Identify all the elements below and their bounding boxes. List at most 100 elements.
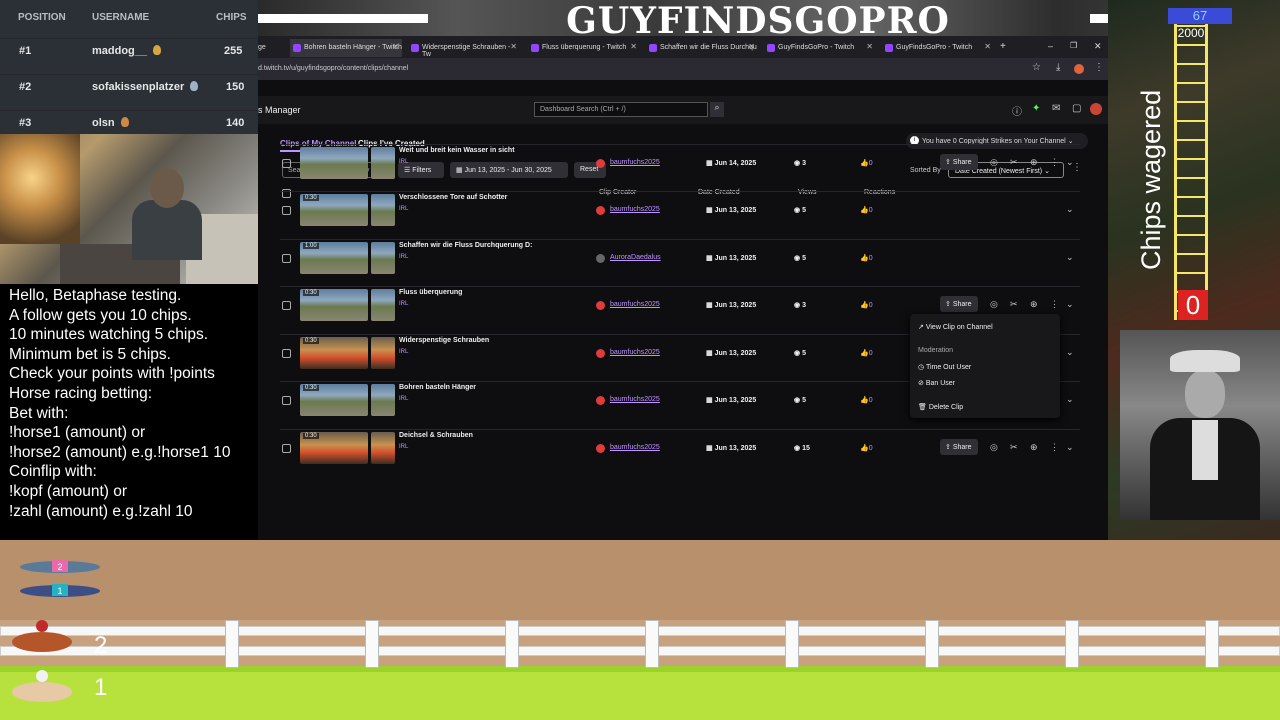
minimize-icon[interactable]: –: [1046, 39, 1058, 57]
clip-row[interactable]: 0:30 Verschlossene Tore auf Schotter IRL ba…: [280, 191, 1080, 238]
horse-race-track: 2 1 2 1: [0, 540, 1280, 720]
close-window-icon[interactable]: ✕: [1092, 39, 1104, 57]
row-position: #1: [19, 45, 32, 57]
new-tab-icon[interactable]: +: [998, 39, 1012, 57]
reaction-count[interactable]: 👍0: [860, 349, 873, 357]
clip-title[interactable]: Widerspenstige Schrauben: [399, 337, 489, 344]
add-icon[interactable]: ⊕: [1030, 157, 1038, 168]
clip-row[interactable]: 1:00 Schaffen wir die Fluss Durchquerung …: [280, 239, 1080, 286]
chat-icon[interactable]: ▢: [1072, 103, 1081, 114]
mail-icon[interactable]: ✉: [1052, 103, 1060, 114]
download-icon[interactable]: ⤓: [1056, 62, 1060, 73]
hat: [1170, 350, 1240, 372]
clip-title[interactable]: Bohren basteln Hänger: [399, 384, 476, 391]
row-chips: 140: [226, 117, 245, 129]
eye-icon: ◉: [794, 302, 801, 309]
track-dirt: [0, 540, 1280, 620]
menu-item-view-clip[interactable]: ↗ View Clip on Channel: [918, 323, 993, 331]
chevron-down-icon[interactable]: ⌄: [1066, 394, 1074, 405]
menu-icon[interactable]: ⋮: [1094, 62, 1104, 73]
clip-creator-link[interactable]: baumfuchs2025: [610, 396, 660, 403]
twitch-icon: [411, 44, 419, 52]
scissors-icon[interactable]: ✂: [1010, 157, 1018, 168]
status-icon[interactable]: ✦: [1032, 103, 1040, 114]
view-count: ◉ 5: [794, 207, 806, 214]
clip-context-menu: ↗ View Clip on Channel Moderation ◷ Time…: [910, 314, 1060, 418]
share-button[interactable]: ⇪ Share: [940, 296, 978, 312]
clip-title[interactable]: Verschlossene Tore auf Schotter: [399, 194, 507, 201]
reaction-count[interactable]: 👍0: [860, 396, 873, 404]
clip-creator-link[interactable]: baumfuchs2025: [610, 301, 660, 308]
chips-wagered-label: Chips wagered: [1136, 89, 1166, 270]
more-options-icon[interactable]: ⋮: [1050, 299, 1059, 310]
extension-icon[interactable]: [1074, 64, 1084, 74]
chips-panel: 67 2000 Chips wagered 0: [1108, 0, 1280, 540]
address-bar[interactable]: d.twitch.tv/u/guyfindsgopro/content/clip…: [258, 58, 1108, 80]
menu-section-moderation: Moderation: [918, 347, 954, 354]
url-text[interactable]: d.twitch.tv/u/guyfindsgopro/content/clip…: [258, 65, 408, 72]
clip-creator-link[interactable]: baumfuchs2025: [610, 444, 660, 451]
share-button[interactable]: ⇪ Share: [940, 154, 978, 170]
browser-tab-active[interactable]: Bohren basteln Hänger - Twitch ✕: [290, 39, 402, 57]
chevron-down-icon[interactable]: ⌄: [1066, 252, 1074, 263]
clip-title[interactable]: Schaffen wir die Fluss Durchquerung D:: [399, 242, 532, 249]
menu-item-delete[interactable]: 🗑 Delete Clip: [918, 403, 963, 411]
reaction-count[interactable]: 👍0: [860, 159, 873, 167]
clip-creator-link[interactable]: baumfuchs2025: [610, 206, 660, 213]
menu-item-ban[interactable]: ⊘ Ban User: [918, 379, 955, 387]
scissors-icon[interactable]: ✂: [1010, 299, 1018, 310]
leaderboard-row: #1 maddog__ 255: [0, 38, 258, 62]
menu-item-timeout[interactable]: ◷ Time Out User: [918, 363, 971, 371]
clip-edit-icon[interactable]: ◎: [990, 299, 998, 310]
add-icon[interactable]: ⊕: [1030, 299, 1038, 310]
clip-row[interactable]: 0:30 Deichsel & Schrauben IRL baumfuchs2025…: [280, 429, 1080, 476]
browser-tab[interactable]: GuyFindsGoPro - Twitch ✕: [764, 39, 876, 57]
clip-creator-link[interactable]: AuroraDaedalus: [610, 254, 661, 261]
browser-tab[interactable]: Widerspenstige Schrauben - Tw ✕: [408, 39, 520, 58]
greyhound-2: 2: [20, 560, 100, 573]
streamer-head: [150, 168, 184, 208]
avatar[interactable]: [1090, 103, 1102, 115]
thumbs-up-icon: 👍: [860, 350, 869, 357]
add-icon[interactable]: ⊕: [1030, 442, 1038, 453]
calendar-icon: ▦: [706, 445, 713, 452]
browser-tab[interactable]: Schaffen wir die Fluss Durchqu ✕: [646, 39, 758, 57]
share-icon: ⇪: [945, 444, 951, 451]
browser-tab[interactable]: Fluss überquerung - Twitch ✕: [528, 39, 640, 57]
chevron-down-icon[interactable]: ⌄: [1066, 204, 1074, 215]
shirt: [1192, 420, 1218, 480]
browser-tab[interactable]: ge: [250, 39, 290, 57]
more-options-icon[interactable]: ⋮: [1050, 442, 1059, 453]
star-icon[interactable]: ☆: [1032, 62, 1041, 73]
clip-creator-link[interactable]: baumfuchs2025: [610, 159, 660, 166]
clip-title[interactable]: Weit und breit kein Wasser in sicht: [399, 147, 515, 154]
svg-text:2: 2: [57, 562, 62, 572]
row-username: sofakissenplatzer: [92, 81, 199, 93]
chevron-down-icon[interactable]: ⌄: [1066, 442, 1074, 453]
chevron-down-icon[interactable]: ⌄: [1066, 157, 1074, 168]
reaction-count[interactable]: 👍0: [860, 206, 873, 214]
clip-title[interactable]: Deichsel & Schrauben: [399, 432, 473, 439]
clip-title[interactable]: Fluss überquerung: [399, 289, 462, 296]
clip-edit-icon[interactable]: ◎: [990, 157, 998, 168]
reaction-count[interactable]: 👍0: [860, 444, 873, 452]
dashboard-search-input[interactable]: Dashboard Search (Ctrl + /): [534, 102, 708, 117]
clip-edit-icon[interactable]: ◎: [990, 442, 998, 453]
clip-meta: baumfuchs2025 ▦ Jun 13, 2025 ◉ 3 👍0 ⇪ Share ◎…: [280, 296, 1080, 313]
row-chips: 150: [226, 81, 245, 93]
clip-row[interactable]: Weit und breit kein Wasser in sicht IRL ba…: [280, 144, 1080, 191]
browser-tab[interactable]: GuyFindsGoPro - Twitch ✕: [882, 39, 994, 57]
reaction-count[interactable]: 👍0: [860, 254, 873, 262]
more-options-icon[interactable]: ⋮: [1050, 157, 1059, 168]
scissors-icon[interactable]: ✂: [1010, 442, 1018, 453]
maximize-icon[interactable]: ❐: [1068, 39, 1080, 57]
clip-creator-link[interactable]: baumfuchs2025: [610, 349, 660, 356]
share-button[interactable]: ⇪ Share: [940, 439, 978, 455]
chevron-down-icon[interactable]: ⌄: [1066, 299, 1074, 310]
help-icon[interactable]: ⓘ: [1012, 103, 1022, 118]
chevron-down-icon[interactable]: ⌄: [1066, 347, 1074, 358]
reaction-count[interactable]: 👍0: [860, 301, 873, 309]
search-icon[interactable]: ⌕: [710, 102, 724, 117]
chips-count: 67: [1168, 8, 1232, 24]
share-icon: ⇪: [945, 159, 951, 166]
